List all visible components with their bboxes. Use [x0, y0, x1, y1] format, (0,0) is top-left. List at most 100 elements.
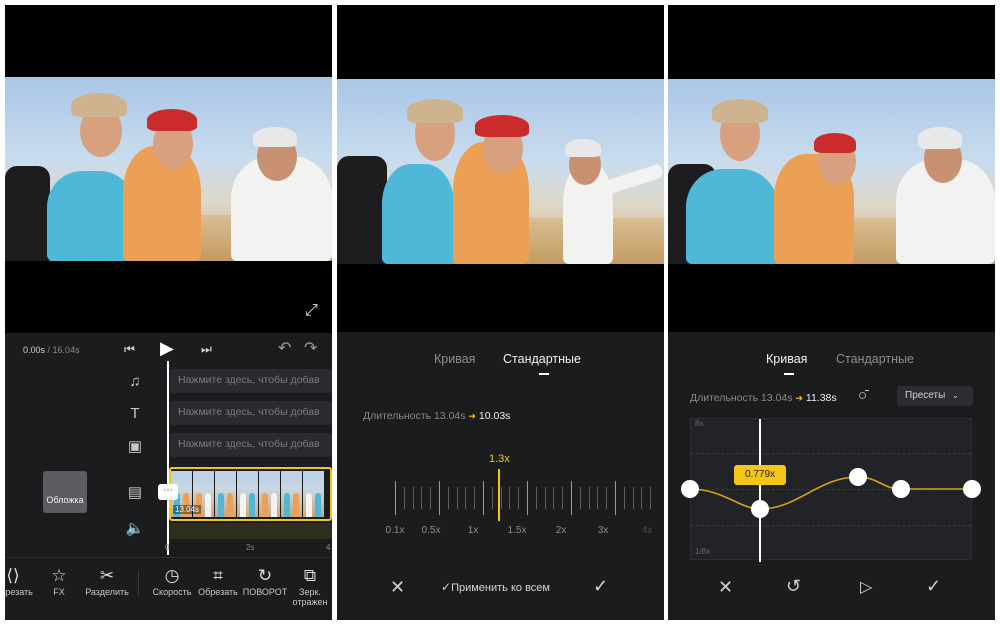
- play-icon[interactable]: ▷: [860, 577, 872, 597]
- ruler-mark-0: 0: [165, 543, 170, 552]
- video-preview[interactable]: [337, 79, 664, 264]
- add-music-icon[interactable]: ♫: [125, 373, 145, 393]
- preview-bottom-bar: [5, 261, 332, 333]
- presets-dropdown[interactable]: Пресеты ⌄: [897, 386, 973, 406]
- ruler-tick: [483, 481, 484, 515]
- time-current: 0.00s: [23, 345, 46, 355]
- ruler-label-2x: 2x: [555, 525, 567, 536]
- tool-split[interactable]: ✂ Разделить: [79, 565, 135, 597]
- arrow-right-icon: ➔: [468, 411, 476, 421]
- ruler-tick: [430, 487, 432, 509]
- ruler-label-3x: 3x: [597, 525, 609, 536]
- tab-indicator: [539, 373, 549, 375]
- duration-info: Длительность 13.04s ➔ 11.38s: [690, 392, 837, 404]
- tab-standard[interactable]: Стандартные: [503, 352, 581, 366]
- transition-button[interactable]: ⋯: [158, 484, 178, 500]
- volume-icon[interactable]: 🔈: [125, 519, 145, 539]
- speed-curve[interactable]: [668, 405, 995, 575]
- video-preview[interactable]: [668, 79, 995, 264]
- ruler-tick: [615, 481, 616, 515]
- point-value-tooltip: 0.779x: [734, 465, 786, 485]
- undo-icon[interactable]: ↶: [278, 338, 291, 358]
- ruler-tick: [509, 487, 511, 509]
- apply-all-button[interactable]: ✓Применить ко всем: [441, 580, 550, 594]
- audio-waveform-track: [169, 523, 332, 539]
- close-icon[interactable]: ✕: [390, 577, 405, 598]
- play-icon[interactable]: ▶: [160, 338, 174, 359]
- video-preview[interactable]: [5, 77, 332, 261]
- curve-point-3[interactable]: [849, 468, 867, 486]
- time-display: 0.00s / 16.04s: [23, 345, 80, 355]
- redo-icon[interactable]: ↷: [304, 338, 317, 358]
- tab-curve[interactable]: Кривая: [766, 352, 807, 366]
- clip-duration: 13.04s: [173, 505, 202, 514]
- skip-back-icon[interactable]: ⏮: [124, 342, 135, 357]
- add-sticker-icon[interactable]: ▣: [125, 437, 145, 457]
- ruler-tick: [403, 487, 405, 509]
- ruler-mark-4: 4: [326, 543, 331, 552]
- ruler-tick: [395, 481, 396, 515]
- ruler-tick: [447, 487, 449, 509]
- top-black-bar: [5, 5, 332, 77]
- editor-timeline-panel: ⤢ 0.00s / 16.04s ⏮ ▶ ⏭ ↶ ↷ ♫ Нажмите зде…: [5, 5, 332, 620]
- duration-new: 10.03s: [478, 410, 511, 422]
- speed-ruler[interactable]: [337, 475, 664, 525]
- ruler-tick: [588, 487, 590, 509]
- duration-new: 11.38s: [805, 392, 837, 404]
- ruler-tick: [632, 487, 634, 509]
- ruler-tick: [535, 487, 537, 509]
- ruler-tick: [491, 487, 493, 509]
- audio-track-hint[interactable]: Нажмите здесь, чтобы добав: [170, 369, 332, 393]
- ruler-label-1.5x: 1.5x: [507, 525, 527, 536]
- ruler-tick: [500, 487, 502, 509]
- cover-button[interactable]: Обложка: [43, 471, 87, 513]
- curve-point-1[interactable]: [681, 480, 699, 498]
- time-total: 16.04s: [52, 345, 80, 355]
- ruler-tick: [562, 487, 564, 509]
- text-track-hint[interactable]: Нажмите здесь, чтобы добав: [170, 401, 332, 425]
- mirror-icon: ⧉: [303, 566, 317, 585]
- curve-playhead[interactable]: [759, 419, 761, 562]
- ruler-tick: [606, 487, 608, 509]
- ruler-label-0.5x: 0.5x: [421, 525, 441, 536]
- speed-standard-panel: Кривая Стандартные Длительность 13.04s ➔…: [337, 5, 664, 620]
- confirm-check-icon[interactable]: ✓: [926, 576, 941, 597]
- confirm-check-icon[interactable]: ✓: [593, 576, 608, 597]
- ruler-tick: [553, 487, 555, 509]
- ruler-tick: [597, 487, 599, 509]
- ruler-tick: [544, 487, 546, 509]
- add-clip-icon[interactable]: ▤: [125, 483, 145, 503]
- checkmark-icon: ✓: [441, 580, 452, 594]
- ruler-tick: [579, 487, 581, 509]
- tool-mirror[interactable]: ⧉ Зерк. отражен: [285, 565, 332, 607]
- sticker-track-hint[interactable]: Нажмите здесь, чтобы добав: [170, 433, 332, 457]
- ruler-tick: [518, 487, 520, 509]
- curve-point-4[interactable]: [892, 480, 910, 498]
- ruler-tick: [412, 487, 414, 509]
- arrow-right-icon: ➔: [795, 393, 803, 403]
- ruler-tick: [571, 481, 572, 515]
- add-text-icon[interactable]: T: [125, 405, 145, 425]
- curve-point-2[interactable]: [751, 500, 769, 518]
- ruler-tick: [456, 487, 458, 509]
- tab-curve[interactable]: Кривая: [434, 352, 475, 366]
- reset-curve-icon[interactable]: ○̄: [858, 387, 867, 404]
- speed-indicator[interactable]: [498, 469, 500, 521]
- ruler-tick: [439, 481, 440, 515]
- scissors-icon: ✂: [99, 566, 115, 585]
- ruler-tick: [421, 487, 423, 509]
- fullscreen-icon[interactable]: ⤢: [305, 302, 318, 320]
- undo-reset-icon[interactable]: ↺: [786, 576, 801, 597]
- ruler-label-0.1x: 0.1x: [385, 525, 405, 536]
- curve-point-5[interactable]: [963, 480, 981, 498]
- close-icon[interactable]: ✕: [718, 577, 733, 598]
- chevron-down-icon: ⌄: [952, 391, 959, 400]
- tab-standard[interactable]: Стандартные: [836, 352, 914, 366]
- speed-curve-panel: Кривая Стандартные Длительность 13.04s ➔…: [668, 5, 995, 620]
- tab-indicator: [784, 373, 794, 375]
- ruler-mark-2s: 2s: [246, 543, 255, 552]
- skip-forward-icon[interactable]: ⏭: [201, 342, 212, 357]
- ruler-tick: [465, 487, 467, 509]
- speed-value: 1.3x: [489, 453, 510, 465]
- duration-info: Длительность 13.04s ➔ 10.03s: [363, 410, 511, 422]
